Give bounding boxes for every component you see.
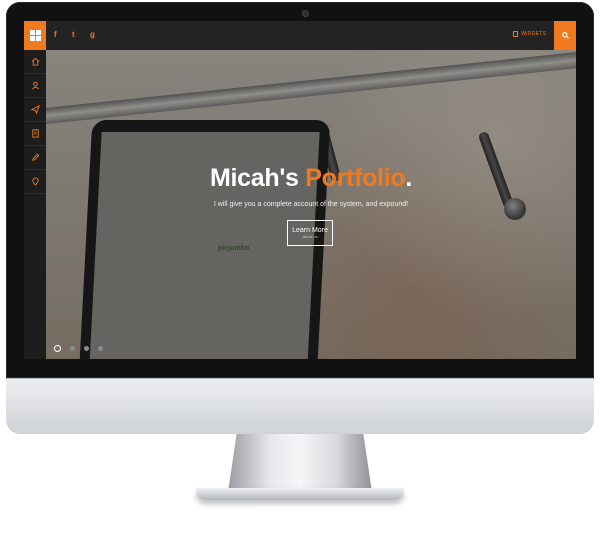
hero-title-accent: Portfolio: [305, 164, 406, 192]
sidebar-item-home[interactable]: [24, 50, 46, 74]
sidebar-item-documents[interactable]: [24, 122, 46, 146]
website-screen: f t g WIDGETS picjumbo Micah's Portfolio…: [24, 21, 576, 359]
sidebar-item-send[interactable]: [24, 98, 46, 122]
learn-more-sublabel: ABOUT US: [302, 235, 318, 239]
map-pin-icon: [31, 177, 39, 186]
sidebar-item-about[interactable]: [24, 74, 46, 98]
pencil-icon: [31, 153, 39, 161]
monitor-base: [196, 488, 404, 500]
facebook-icon[interactable]: f: [54, 30, 57, 39]
hero-slider: picjumbo Micah's Portfolio. I will give …: [46, 50, 576, 359]
home-icon: [31, 57, 39, 66]
hero-title: Micah's Portfolio.: [46, 164, 576, 193]
hero-title-main: Micah's: [210, 164, 306, 192]
twitter-icon[interactable]: t: [72, 30, 75, 39]
learn-more-label: Learn More: [292, 227, 328, 234]
left-sidebar: [24, 50, 46, 359]
monitor-chin: [6, 378, 594, 434]
grid-icon: [29, 30, 41, 41]
document-icon: [31, 129, 39, 138]
search-button[interactable]: [554, 21, 576, 50]
hero-subtitle: I will give you a complete account of th…: [213, 201, 409, 208]
send-icon: [30, 105, 40, 114]
sidebar-item-location[interactable]: [24, 170, 46, 194]
sidebar-item-edit[interactable]: [24, 146, 46, 170]
widgets-label: WIDGETS: [521, 31, 546, 37]
user-icon: [31, 81, 39, 90]
imac-mockup: f t g WIDGETS picjumbo Micah's Portfolio…: [0, 0, 600, 548]
google-plus-icon[interactable]: g: [90, 30, 95, 39]
slider-dot[interactable]: [54, 345, 61, 352]
laptop-watermark-text: picjumbo: [218, 245, 250, 252]
widgets-button[interactable]: WIDGETS: [513, 31, 546, 37]
monitor-stand: [228, 434, 372, 492]
slider-dot[interactable]: [84, 346, 89, 351]
hero-title-dot: .: [405, 164, 412, 192]
camera-icon: [302, 10, 309, 17]
slider-dot[interactable]: [70, 346, 75, 351]
top-navbar: f t g WIDGETS: [24, 21, 576, 50]
widgets-icon: [513, 31, 519, 37]
learn-more-button[interactable]: Learn More ABOUT US: [287, 220, 333, 246]
search-icon: [561, 32, 569, 39]
menu-grid-button[interactable]: [24, 21, 46, 50]
slider-dot[interactable]: [98, 346, 103, 351]
slider-pagination: [54, 345, 103, 352]
